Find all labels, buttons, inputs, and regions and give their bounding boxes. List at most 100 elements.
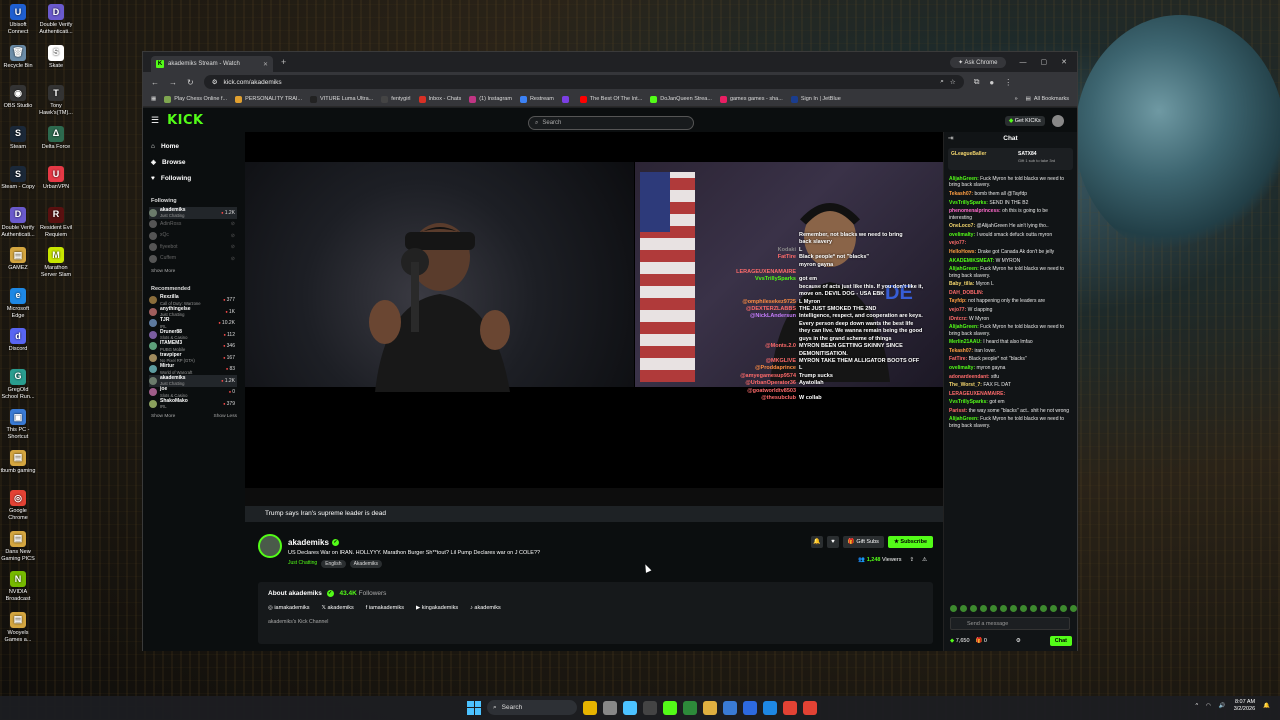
bookmark-item[interactable]: fentygirl <box>381 95 411 103</box>
desktop-icon[interactable]: T Tony Hawk's(TM)... <box>38 85 74 117</box>
chat-username[interactable]: ovelimalty: <box>949 232 975 238</box>
chat-username[interactable]: VvsTrillySparks: <box>949 200 988 206</box>
kicks-balance[interactable]: ◆ 7,650 <box>950 638 970 644</box>
chat-username[interactable]: adonardeendant: <box>949 374 990 380</box>
desktop-icon[interactable]: ▤ Wooyels Games a... <box>0 611 36 644</box>
volume-icon[interactable]: 🔊 <box>1219 703 1226 709</box>
chat-username[interactable]: AlijahGreen: <box>949 324 979 330</box>
desktop-icon[interactable]: Δ Delta Force <box>38 125 74 151</box>
emote-icon[interactable] <box>970 605 977 612</box>
desktop-icon[interactable]: S Steam <box>0 125 36 151</box>
taskbar-app-icon[interactable] <box>583 700 597 715</box>
chat-username[interactable]: Tekash07: <box>949 191 973 197</box>
sidebar-channel-shakomako[interactable]: ShakoMakoIRL 379 <box>149 398 237 410</box>
show-less-button[interactable]: Show Less <box>214 414 237 419</box>
bookmark-item[interactable]: Sign In | JetBlue <box>790 95 841 103</box>
sidebar-channel-tjr[interactable]: TJRIRL 10.2K <box>149 317 237 330</box>
taskbar-app-icon[interactable] <box>743 700 757 715</box>
send-chat-button[interactable]: Chat <box>1049 636 1072 646</box>
channel-name[interactable]: akademiks ✓ <box>288 538 339 547</box>
desktop-icon[interactable]: M Marathon Server Slam <box>38 247 74 279</box>
sidebar-channel-itamem3[interactable]: ITAMEM3PUBG Mobile 346 <box>149 340 237 353</box>
desktop-icon[interactable]: S Steam - Copy <box>0 166 36 191</box>
back-icon[interactable]: ← <box>151 78 159 87</box>
bookmark-item[interactable] <box>561 95 572 103</box>
report-icon[interactable]: ⚠ <box>922 557 927 563</box>
chat-username[interactable]: iDntcrz: <box>949 316 968 322</box>
desktop-icon[interactable]: ◉ OBS Studio <box>0 85 36 110</box>
bookmark-item[interactable]: PERSONALITY TRAI... <box>235 95 302 103</box>
social-link[interactable]: 𝕏 akademiks <box>321 605 353 611</box>
more-bookmarks-icon[interactable]: » <box>1015 96 1018 102</box>
desktop-icon[interactable]: G GregOld School Run... <box>0 368 36 401</box>
chat-username[interactable]: HelloHows: <box>949 249 976 255</box>
emote-icon[interactable] <box>1030 605 1037 612</box>
bookmark-item[interactable]: DoJanQueen Strea... <box>650 95 712 103</box>
sidebar-channel-druner88[interactable]: Druner88Slots & Casino 112 <box>149 329 237 341</box>
chat-username[interactable]: OneLoco7: <box>949 223 975 229</box>
kick-logo[interactable]: KICK <box>167 113 204 128</box>
taskbar-app-icon[interactable] <box>723 700 737 715</box>
desktop-icon[interactable]: D Double Verify Authenticati... <box>0 206 36 239</box>
extensions-icon[interactable]: ⧉ <box>974 77 980 87</box>
notification-icon[interactable]: 🔔 <box>1263 703 1270 709</box>
bookmark-item[interactable]: (1) Instagram <box>469 95 512 103</box>
desktop-icon[interactable]: N NVIDIA Broadcast <box>0 571 36 603</box>
chat-username[interactable]: AlijahGreen: <box>949 266 979 272</box>
sidebar-channel-fiyeebot[interactable]: fiyeebot ⊘ <box>149 242 237 254</box>
get-kicks-button[interactable]: ◆ Get KICKs <box>1005 116 1045 126</box>
chat-username[interactable]: Merlin21AAU: <box>949 339 982 345</box>
social-link[interactable]: ♪ akademiks <box>470 605 501 611</box>
bookmark-star-icon[interactable]: ☆ <box>950 78 956 86</box>
all-bookmarks[interactable]: ▤ All Bookmarks <box>1026 96 1069 102</box>
chat-username[interactable]: VvsTrillySparks: <box>949 399 988 405</box>
chat-username[interactable]: Baby_tilla: <box>949 281 974 287</box>
chat-username[interactable]: FatTire: <box>949 356 967 362</box>
site-info-icon[interactable]: ⚙ <box>212 78 218 86</box>
emote-icon[interactable] <box>1060 605 1067 612</box>
chat-username[interactable]: LERAGEUXENAMAIRE: <box>949 391 1005 397</box>
maximize-icon[interactable]: ▢ <box>1041 58 1048 66</box>
close-tab-icon[interactable]: ✕ <box>263 61 268 68</box>
taskbar-app-icon[interactable] <box>663 700 677 715</box>
desktop-icon[interactable]: ▤ GAMEZ <box>0 247 36 272</box>
taskbar-app-icon[interactable] <box>603 700 617 715</box>
show-more-button[interactable]: Show More <box>151 414 175 419</box>
desktop-icon[interactable]: U Ubisoft Connect <box>0 4 36 36</box>
sidebar-channel-rexzilla[interactable]: RexzillaCall of Duty: Warzone 377 <box>149 294 237 307</box>
desktop-icon[interactable]: ◎ Google Chrome <box>0 490 36 522</box>
bookmark-item[interactable]: games games - sha... <box>719 95 783 103</box>
emote-icon[interactable] <box>1070 605 1077 612</box>
emote-icon[interactable] <box>1050 605 1057 612</box>
chat-username[interactable]: AKADEMIKSMEAT: <box>949 258 994 264</box>
tag-english[interactable]: English <box>321 560 346 568</box>
social-link[interactable]: ▶ kingakademiks <box>416 605 458 611</box>
gift-subs-button[interactable]: 🎁 Gift Subs <box>842 536 884 548</box>
chat-username[interactable]: AlijahGreen: <box>949 176 979 182</box>
menu-dots-icon[interactable]: ⋮ <box>1004 78 1012 87</box>
desktop-icon[interactable]: ▣ This PC - Shortcut <box>0 409 36 441</box>
emote-icon[interactable] <box>1010 605 1017 612</box>
nav-following[interactable]: ♥ Following <box>149 170 237 186</box>
category-link[interactable]: Just Chatting <box>288 560 317 568</box>
follow-heart-icon[interactable]: ♥ <box>826 536 839 548</box>
desktop-icon[interactable]: D Double Verify Authenticati... <box>38 4 74 36</box>
sidebar-channel-travpiper[interactable]: travpiperNo Pixel RP (GTA) 167 <box>149 352 237 364</box>
bookmark-item[interactable]: Play Chess Online f... <box>164 95 227 103</box>
desktop-icon[interactable]: R Resident Evil Requiem <box>38 206 74 239</box>
search-input[interactable]: ⌕ Search <box>528 116 694 130</box>
bookmark-item[interactable]: Inbox - Chats <box>418 95 461 103</box>
sidebar-channel-joe[interactable]: joeSlots & Casino 0 <box>149 386 237 399</box>
sidebar-channel-xqc[interactable]: xQc ⊘ <box>149 230 237 242</box>
bookmark-item[interactable]: VITURE Luma Ultra... <box>310 95 373 103</box>
chat-message-input[interactable]: Send a message <box>950 617 1070 630</box>
bookmark-item[interactable]: Restream <box>519 95 554 103</box>
emote-icon[interactable] <box>960 605 967 612</box>
chat-username[interactable]: Tekash07: <box>949 348 973 354</box>
chat-username[interactable]: AlijahGreen: <box>949 416 979 422</box>
url-field[interactable]: ⚙ kick.com/akademiks ⌕ ☆ <box>203 75 964 89</box>
desktop-icon[interactable]: S Skate <box>38 44 74 70</box>
chat-settings-icon[interactable]: ⚙ <box>1016 638 1021 644</box>
channel-avatar[interactable] <box>258 534 282 558</box>
collapse-chat-icon[interactable]: ⇥ <box>948 132 953 146</box>
